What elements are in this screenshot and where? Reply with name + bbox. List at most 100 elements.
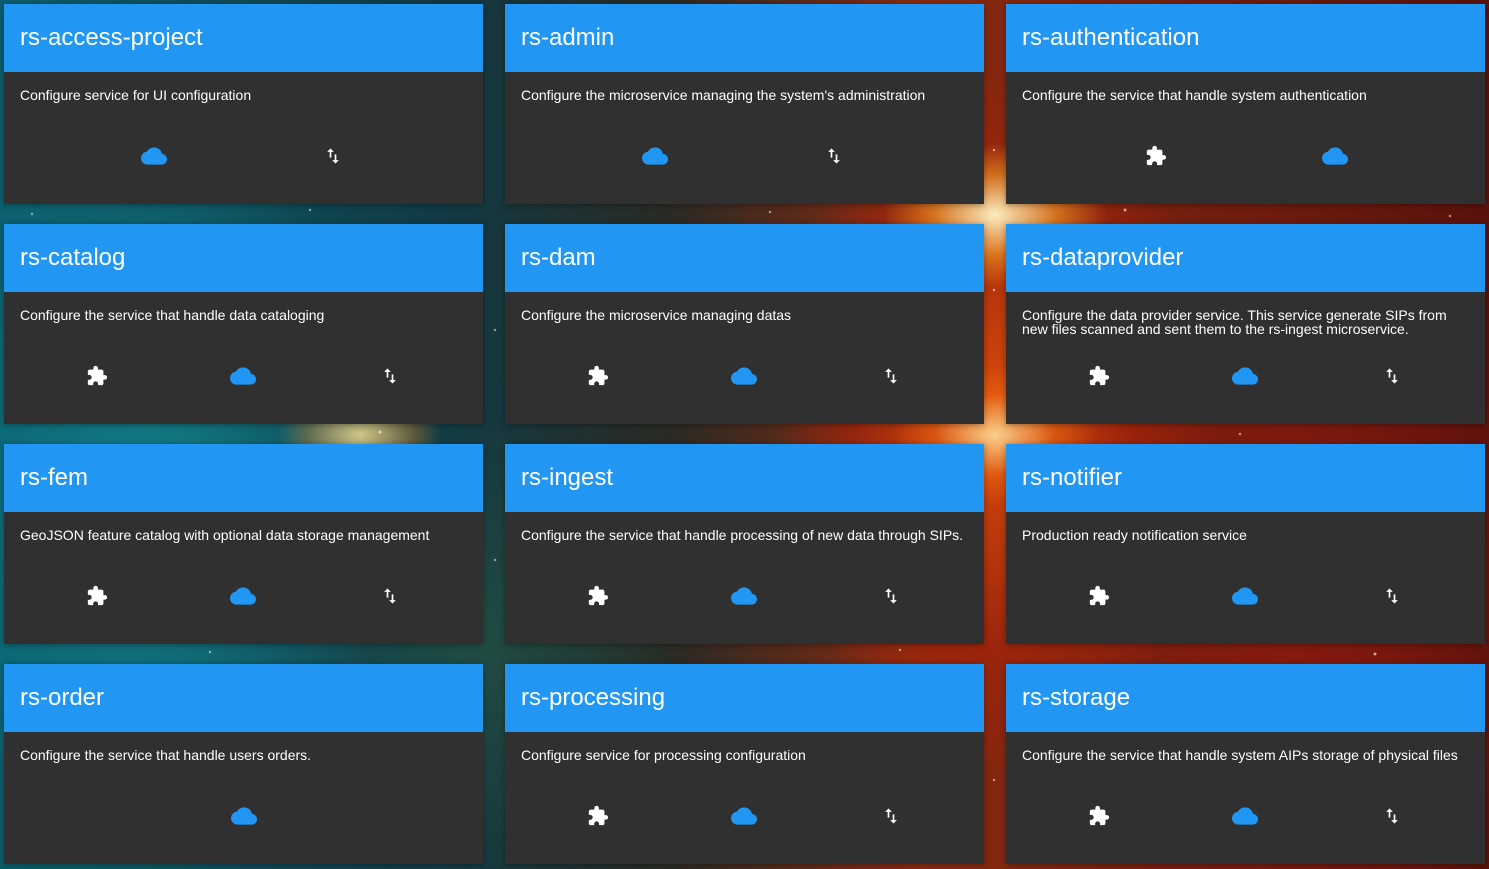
service-card-rs-authentication[interactable]: rs-authentication Configure the service t… — [1006, 4, 1485, 204]
cloud-button[interactable] — [724, 576, 764, 616]
card-description: GeoJSON feature catalog with optional da… — [20, 527, 430, 543]
service-card-rs-order[interactable]: rs-order Configure the service that handl… — [4, 664, 483, 864]
service-card-rs-notifier[interactable]: rs-notifier Production ready notification… — [1006, 444, 1485, 644]
puzzle-button[interactable] — [1079, 796, 1119, 836]
card-title: rs-processing — [505, 664, 984, 732]
swap-vert-button[interactable] — [871, 796, 911, 836]
puzzle-button[interactable] — [578, 356, 618, 396]
card-title: rs-storage — [1006, 664, 1485, 732]
cloud-button[interactable] — [1225, 356, 1265, 396]
service-card-rs-access-project[interactable]: rs-access-project Configure service for U… — [4, 4, 483, 204]
cloud-button[interactable] — [635, 136, 675, 176]
cloud-button[interactable] — [1225, 576, 1265, 616]
swap-vert-button[interactable] — [1372, 796, 1412, 836]
cloud-icon — [230, 587, 257, 605]
puzzle-button[interactable] — [578, 576, 618, 616]
swap-vert-button[interactable] — [814, 136, 854, 176]
card-title: rs-notifier — [1006, 444, 1485, 512]
card-title: rs-dataprovider — [1006, 224, 1485, 292]
service-card-rs-admin[interactable]: rs-admin Configure the microservice manag… — [505, 4, 984, 204]
cloud-button[interactable] — [224, 796, 264, 836]
card-description: Production ready notification service — [1022, 527, 1247, 543]
puzzle-button[interactable] — [77, 576, 117, 616]
card-actions — [4, 116, 483, 204]
puzzle-icon — [587, 585, 609, 607]
card-actions — [4, 336, 483, 424]
card-actions — [1006, 556, 1485, 644]
card-title: rs-fem — [4, 444, 483, 512]
cloud-button[interactable] — [724, 796, 764, 836]
card-actions — [1006, 116, 1485, 204]
service-card-rs-storage[interactable]: rs-storage Configure the service that han… — [1006, 664, 1485, 864]
service-card-rs-catalog[interactable]: rs-catalog Configure the service that han… — [4, 224, 483, 424]
swap-vert-icon — [881, 806, 901, 826]
card-title: rs-catalog — [4, 224, 483, 292]
service-card-rs-dataprovider[interactable]: rs-dataprovider Configure the data provid… — [1006, 224, 1485, 424]
card-actions — [4, 556, 483, 644]
card-title: rs-admin — [505, 4, 984, 72]
puzzle-icon — [587, 365, 609, 387]
cloud-button[interactable] — [134, 136, 174, 176]
card-description: Configure service for UI configuration — [20, 87, 252, 103]
card-actions — [505, 336, 984, 424]
puzzle-icon — [1088, 585, 1110, 607]
card-title: rs-authentication — [1006, 4, 1485, 72]
swap-vert-button[interactable] — [871, 576, 911, 616]
card-description: Configure the microservice managing data… — [521, 307, 792, 323]
service-card-rs-processing[interactable]: rs-processing Configure service for proce… — [505, 664, 984, 864]
card-description: Configure the service that handle data c… — [20, 307, 325, 323]
swap-vert-icon — [380, 366, 400, 386]
cloud-icon — [1232, 367, 1259, 385]
puzzle-button[interactable] — [1079, 356, 1119, 396]
card-title: rs-ingest — [505, 444, 984, 512]
cloud-button[interactable] — [1225, 796, 1265, 836]
cloud-button[interactable] — [724, 356, 764, 396]
card-title: rs-order — [4, 664, 483, 732]
swap-vert-button[interactable] — [1372, 356, 1412, 396]
cloud-button[interactable] — [1315, 136, 1355, 176]
puzzle-icon — [86, 585, 108, 607]
card-description: Configure the service that handle users … — [20, 747, 312, 763]
puzzle-button[interactable] — [578, 796, 618, 836]
swap-vert-button[interactable] — [871, 356, 911, 396]
swap-vert-button[interactable] — [313, 136, 353, 176]
cloud-icon — [1232, 807, 1259, 825]
cloud-icon — [731, 587, 758, 605]
puzzle-icon — [1088, 805, 1110, 827]
swap-vert-button[interactable] — [1372, 576, 1412, 616]
swap-vert-button[interactable] — [370, 576, 410, 616]
microservice-card-grid: rs-access-project Configure service for U… — [4, 4, 1485, 864]
card-description: Configure the data provider service. Thi… — [1022, 307, 1447, 337]
puzzle-icon — [86, 365, 108, 387]
cloud-icon — [731, 367, 758, 385]
card-title: rs-access-project — [4, 4, 483, 72]
swap-vert-button[interactable] — [370, 356, 410, 396]
card-actions — [1006, 336, 1485, 424]
card-actions — [505, 556, 984, 644]
puzzle-icon — [1145, 145, 1167, 167]
cloud-button[interactable] — [223, 356, 263, 396]
swap-vert-icon — [1382, 366, 1402, 386]
puzzle-button[interactable] — [77, 356, 117, 396]
cloud-button[interactable] — [223, 576, 263, 616]
swap-vert-icon — [824, 146, 844, 166]
service-card-rs-fem[interactable]: rs-fem GeoJSON feature catalog with optio… — [4, 444, 483, 644]
swap-vert-icon — [881, 366, 901, 386]
swap-vert-icon — [1382, 586, 1402, 606]
cloud-icon — [641, 147, 668, 165]
swap-vert-icon — [323, 146, 343, 166]
puzzle-icon — [1088, 365, 1110, 387]
swap-vert-icon — [1382, 806, 1402, 826]
card-description: Configure the microservice managing the … — [521, 87, 926, 103]
puzzle-button[interactable] — [1079, 576, 1119, 616]
puzzle-icon — [587, 805, 609, 827]
card-title: rs-dam — [505, 224, 984, 292]
card-description: Configure the service that handle system… — [1022, 747, 1458, 763]
cloud-icon — [140, 147, 167, 165]
service-card-rs-dam[interactable]: rs-dam Configure the microservice managin… — [505, 224, 984, 424]
card-actions — [505, 116, 984, 204]
card-description: Configure the service that handle system… — [1022, 87, 1367, 103]
puzzle-button[interactable] — [1136, 136, 1176, 176]
card-actions — [4, 776, 483, 864]
service-card-rs-ingest[interactable]: rs-ingest Configure the service that hand… — [505, 444, 984, 644]
